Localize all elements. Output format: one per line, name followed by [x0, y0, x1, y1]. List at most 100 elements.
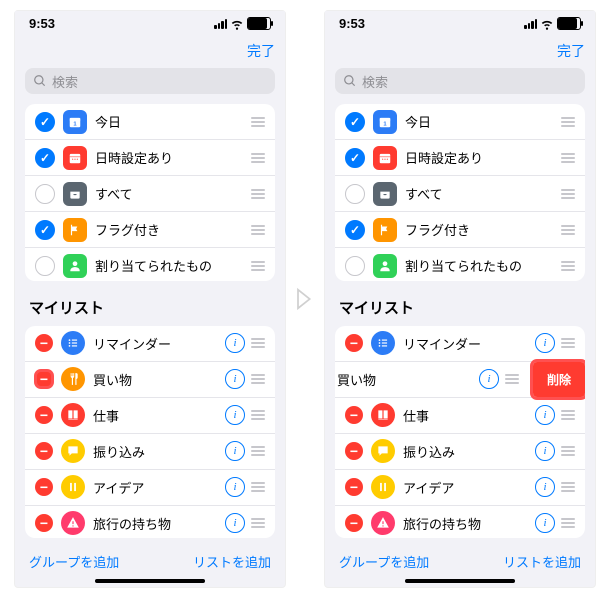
checkbox[interactable]: ✓ — [345, 148, 365, 168]
list-row[interactable]: − リマインダー i — [25, 326, 275, 362]
remove-button[interactable]: − — [345, 478, 363, 496]
smart-row[interactable]: 割り当てられたもの — [335, 248, 585, 281]
checkbox[interactable]: ✓ — [35, 112, 55, 132]
home-indicator[interactable] — [405, 579, 515, 583]
smart-row[interactable]: ✓ フラグ付き — [335, 212, 585, 248]
search-icon — [343, 74, 357, 88]
list-row[interactable]: − 振り込み i — [335, 434, 585, 470]
smart-row[interactable]: 割り当てられたもの — [25, 248, 275, 281]
list-row[interactable]: − 仕事 i — [25, 398, 275, 434]
reorder-grip[interactable] — [251, 189, 265, 199]
smart-row[interactable]: すべて — [25, 176, 275, 212]
add-group-button[interactable]: グループを追加 — [29, 552, 119, 571]
reorder-grip[interactable] — [251, 261, 265, 271]
mylist-title: マイリスト — [29, 297, 271, 318]
search-icon — [33, 74, 47, 88]
mylist-title: マイリスト — [339, 297, 581, 318]
checkbox[interactable]: ✓ — [35, 148, 55, 168]
remove-button[interactable]: − — [35, 334, 53, 352]
checkbox[interactable] — [345, 256, 365, 276]
smart-label: すべて — [405, 184, 561, 203]
reorder-grip[interactable] — [505, 374, 519, 384]
remove-button[interactable]: − — [345, 514, 363, 532]
home-indicator[interactable] — [95, 579, 205, 583]
reorder-grip[interactable] — [561, 261, 575, 271]
search-input[interactable]: 検索 — [25, 68, 275, 94]
smart-row[interactable]: ✓ 日時設定あり — [335, 140, 585, 176]
reorder-grip[interactable] — [561, 410, 575, 420]
reorder-grip[interactable] — [561, 189, 575, 199]
done-button[interactable]: 完了 — [247, 41, 275, 61]
remove-button[interactable]: − — [345, 334, 363, 352]
reorder-grip[interactable] — [561, 338, 575, 348]
done-button[interactable]: 完了 — [557, 41, 585, 61]
info-button[interactable]: i — [479, 369, 499, 389]
search-input[interactable]: 検索 — [335, 68, 585, 94]
reorder-grip[interactable] — [251, 153, 265, 163]
add-list-button[interactable]: リストを追加 — [193, 552, 271, 571]
reorder-grip[interactable] — [251, 482, 265, 492]
list-row[interactable]: − 旅行の持ち物 i — [25, 506, 275, 538]
reorder-grip[interactable] — [251, 338, 265, 348]
list-row[interactable]: − 仕事 i — [335, 398, 585, 434]
reorder-grip[interactable] — [561, 446, 575, 456]
calendar-icon — [373, 146, 397, 170]
remove-button[interactable]: − — [35, 370, 53, 388]
reorder-grip[interactable] — [251, 446, 265, 456]
info-button[interactable]: i — [225, 477, 245, 497]
smart-row[interactable]: ✓ フラグ付き — [25, 212, 275, 248]
book-icon — [371, 403, 395, 427]
reorder-grip[interactable] — [561, 482, 575, 492]
info-button[interactable]: i — [535, 441, 555, 461]
remove-button[interactable]: − — [35, 442, 53, 460]
checkbox[interactable] — [345, 184, 365, 204]
remove-button[interactable]: − — [345, 442, 363, 460]
remove-button[interactable]: − — [35, 406, 53, 424]
list-row[interactable]: − アイデア i — [335, 470, 585, 506]
smart-row[interactable]: ✓ 日時設定あり — [25, 140, 275, 176]
checkbox[interactable]: ✓ — [345, 112, 365, 132]
list-label: アイデア — [403, 478, 535, 497]
delete-button[interactable]: 削除 — [533, 362, 585, 397]
reorder-grip[interactable] — [561, 117, 575, 127]
remove-button[interactable]: − — [35, 478, 53, 496]
info-button[interactable]: i — [535, 477, 555, 497]
info-button[interactable]: i — [225, 369, 245, 389]
info-button[interactable]: i — [535, 405, 555, 425]
checkbox[interactable] — [35, 184, 55, 204]
list-row[interactable]: 買い物 i 削除 — [335, 362, 585, 398]
list-row[interactable]: − 旅行の持ち物 i — [335, 506, 585, 538]
list-row[interactable]: − 振り込み i — [25, 434, 275, 470]
reorder-grip[interactable] — [251, 410, 265, 420]
reorder-grip[interactable] — [251, 518, 265, 528]
remove-button[interactable]: − — [345, 406, 363, 424]
info-button[interactable]: i — [535, 513, 555, 533]
reorder-grip[interactable] — [251, 374, 265, 384]
smart-lists-section: ✓ 今日 ✓ 日時設定あり すべて ✓ フラグ付き 割り当てられたもの — [335, 104, 585, 281]
list-row[interactable]: − 買い物 i — [25, 362, 275, 398]
info-button[interactable]: i — [225, 441, 245, 461]
reorder-grip[interactable] — [251, 117, 265, 127]
checkbox[interactable] — [35, 256, 55, 276]
reorder-grip[interactable] — [561, 518, 575, 528]
add-group-button[interactable]: グループを追加 — [339, 552, 429, 571]
reorder-grip[interactable] — [561, 225, 575, 235]
smart-row[interactable]: ✓ 今日 — [335, 104, 585, 140]
checkbox[interactable]: ✓ — [345, 220, 365, 240]
smart-row[interactable]: すべて — [335, 176, 585, 212]
checkbox[interactable]: ✓ — [35, 220, 55, 240]
info-button[interactable]: i — [225, 405, 245, 425]
reorder-grip[interactable] — [561, 153, 575, 163]
reorder-grip[interactable] — [251, 225, 265, 235]
smart-row[interactable]: ✓ 今日 — [25, 104, 275, 140]
my-lists-section: − リマインダー i 買い物 i 削除 − 仕事 i − 振り込み i − アイ… — [335, 326, 585, 538]
list-row[interactable]: − アイデア i — [25, 470, 275, 506]
info-button[interactable]: i — [535, 333, 555, 353]
pause-icon — [61, 475, 85, 499]
info-button[interactable]: i — [225, 333, 245, 353]
add-list-button[interactable]: リストを追加 — [503, 552, 581, 571]
info-button[interactable]: i — [225, 513, 245, 533]
list-row[interactable]: − リマインダー i — [335, 326, 585, 362]
phone-right: 9:53 完了 検索 ✓ 今日 ✓ 日時設定あり すべて ✓ フ — [324, 10, 596, 588]
remove-button[interactable]: − — [35, 514, 53, 532]
